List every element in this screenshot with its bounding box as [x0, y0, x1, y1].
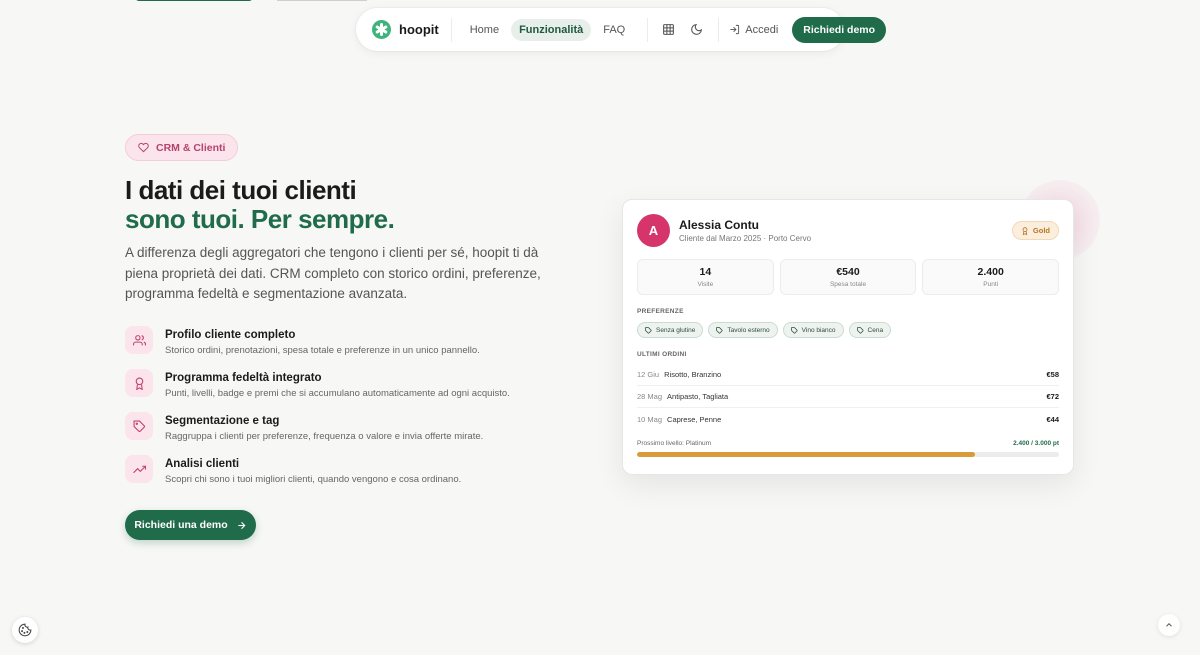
preference-chip: Tavolo esterno — [708, 322, 778, 338]
preference-chip: Cena — [848, 322, 892, 338]
section-badge-label: CRM & Clienti — [156, 141, 226, 154]
users-icon — [125, 326, 153, 354]
stat-value: €540 — [836, 266, 860, 278]
order-amount: €72 — [1046, 392, 1059, 401]
order-date: 28 Mag — [637, 392, 663, 401]
stat-visits: 14 Visite — [637, 259, 774, 295]
cta-label: Richiedi una demo — [134, 519, 228, 531]
feature-desc: Punti, livelli, badge e premi che si acc… — [165, 388, 510, 399]
section-badge: CRM & Clienti — [125, 134, 239, 161]
customer-name: Alessia Contu — [679, 218, 760, 232]
grid-icon[interactable] — [660, 22, 676, 38]
nav-icon-group — [647, 17, 704, 42]
preference-chips: Senza glutine Tavolo esterno Vino bianco… — [637, 322, 1059, 338]
tag-icon — [790, 326, 798, 334]
login-link[interactable]: Accedi — [718, 17, 779, 42]
preference-chip: Senza glutine — [637, 322, 704, 338]
login-icon — [730, 24, 740, 35]
nav-link-faq[interactable]: FAQ — [595, 19, 633, 41]
request-demo-cta-button[interactable]: Richiedi una demo — [125, 510, 256, 540]
nav-link-funzionalita[interactable]: Funzionalità — [511, 18, 592, 41]
avatar: A — [637, 214, 670, 247]
customer-stats: 14 Visite €540 Spesa totale 2.400 Punti — [637, 259, 1060, 295]
progress-value: 2.400 / 3.000 pt — [1013, 440, 1059, 447]
hero-title-line2: sono tuoi. Per sempre. — [125, 204, 395, 234]
arrow-right-icon — [237, 521, 246, 529]
request-demo-button[interactable]: Richiedi demo — [792, 16, 887, 43]
order-items: Antipasto, Tagliata — [667, 392, 729, 401]
brand[interactable]: hoopit — [372, 17, 452, 42]
order-amount: €44 — [1046, 414, 1059, 424]
order-row: 12 Giu Risotto, Branzino €58 — [637, 364, 1059, 386]
customer-subtitle: Cliente dal Marzo 2025 · Porto Cervo — [679, 234, 812, 243]
scroll-to-top-button[interactable] — [1158, 614, 1180, 636]
feature-title: Segmentazione e tag — [165, 415, 280, 427]
tag-icon — [716, 326, 723, 334]
stat-value: 14 — [699, 266, 712, 278]
moon-icon[interactable] — [688, 22, 704, 38]
feature-title: Programma fedeltà integrato — [165, 372, 322, 384]
nav-links: Home Funzionalità FAQ — [462, 18, 634, 41]
award-icon — [125, 369, 153, 397]
top-decoration-tab — [135, 0, 253, 1]
award-icon — [1022, 226, 1028, 235]
preference-chip-label: Senza glutine — [656, 326, 696, 334]
tier-label: Gold — [1032, 226, 1050, 235]
feature-item: Programma fedeltà integrato Punti, livel… — [125, 369, 585, 412]
stat-label: Punti — [983, 281, 999, 288]
tag-icon — [125, 412, 153, 440]
feature-title: Analisi clienti — [165, 458, 240, 470]
preferences-label: PREFERENZE — [637, 308, 684, 315]
stat-label: Visite — [697, 281, 714, 288]
feature-desc: Storico ordini, prenotazioni, spesa tota… — [165, 345, 480, 356]
hoopit-logo-icon — [372, 20, 391, 39]
tier-badge: Gold — [1011, 221, 1059, 240]
order-row: 10 Mag Caprese, Penne €44 — [637, 408, 1059, 430]
hero-title: I dati dei tuoi clienti sono tuoi. Per s… — [125, 175, 395, 234]
stat-value: 2.400 — [977, 266, 1004, 278]
top-navbar: hoopit Home Funzionalità FAQ Accedi Rich… — [356, 8, 887, 51]
heart-icon — [138, 142, 149, 153]
customer-header: A Alessia Contu Cliente dal Marzo 2025 ·… — [637, 214, 1059, 247]
order-date: 10 Mag — [637, 414, 663, 424]
feature-desc: Scopri chi sono i tuoi migliori clienti,… — [165, 474, 462, 485]
tag-icon — [645, 326, 652, 334]
preference-chip-label: Tavolo esterno — [727, 326, 770, 334]
progress-label: Prossimo livello: Platinum — [637, 440, 712, 447]
stat-points: 2.400 Punti — [922, 259, 1060, 295]
orders-list: 12 Giu Risotto, Branzino €58 28 Mag Anti… — [637, 364, 1059, 430]
cookie-settings-button[interactable] — [12, 617, 38, 643]
tag-icon — [856, 326, 864, 334]
feature-title: Profilo cliente completo — [165, 329, 296, 341]
loyalty-progress-fill — [637, 452, 975, 457]
feature-item: Segmentazione e tag Raggruppa i clienti … — [125, 412, 585, 455]
order-items: Risotto, Branzino — [664, 370, 722, 379]
login-label: Accedi — [745, 23, 779, 36]
order-amount: €58 — [1046, 370, 1059, 379]
feature-list: Profilo cliente completo Storico ordini,… — [125, 326, 585, 498]
trending-up-icon — [125, 455, 153, 483]
customer-profile-card: A Alessia Contu Cliente dal Marzo 2025 ·… — [622, 199, 1074, 475]
hero-lead: A differenza degli aggregatori che tengo… — [125, 245, 541, 301]
brand-name: hoopit — [399, 22, 439, 37]
preference-chip: Vino bianco — [782, 322, 844, 338]
top-decoration-line — [277, 0, 367, 1]
stat-label: Spesa totale — [829, 281, 867, 288]
feature-item: Analisi clienti Scopri chi sono i tuoi m… — [125, 455, 585, 498]
order-date: 12 Giu — [637, 370, 660, 379]
preference-chip-label: Cena — [867, 326, 884, 334]
preference-chip-label: Vino bianco — [801, 326, 836, 334]
cookie-icon — [18, 623, 32, 637]
nav-link-home[interactable]: Home — [462, 19, 507, 41]
hero-title-line1: I dati dei tuoi clienti — [125, 175, 357, 205]
order-items: Caprese, Penne — [667, 414, 722, 424]
stat-total-spend: €540 Spesa totale — [779, 259, 917, 295]
loyalty-progress-bar — [637, 452, 1059, 457]
orders-label: ULTIMI ORDINI — [637, 351, 687, 358]
chevron-up-icon — [1166, 623, 1172, 627]
loyalty-progress-header: Prossimo livello: Platinum 2.400 / 3.000… — [637, 440, 1059, 447]
order-row: 28 Mag Antipasto, Tagliata €72 — [637, 386, 1059, 408]
feature-item: Profilo cliente completo Storico ordini,… — [125, 326, 585, 369]
feature-desc: Raggruppa i clienti per preferenze, freq… — [165, 431, 484, 442]
